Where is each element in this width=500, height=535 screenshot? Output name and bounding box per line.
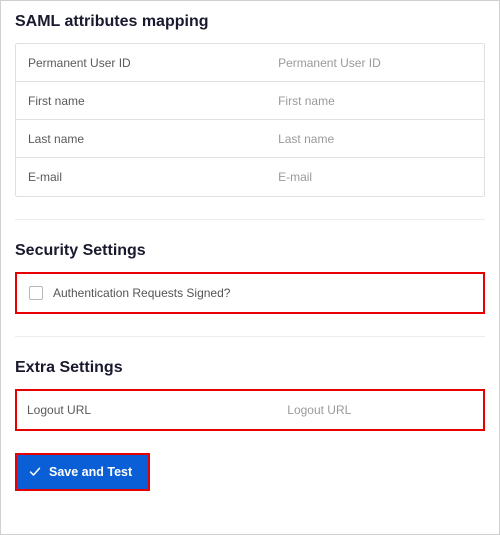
- auth-requests-signed-label: Authentication Requests Signed?: [53, 286, 230, 300]
- last-name-input[interactable]: [278, 132, 484, 146]
- email-input[interactable]: [278, 170, 484, 184]
- extra-section: Extra Settings Logout URL: [1, 347, 499, 443]
- table-row: E-mail: [16, 158, 484, 196]
- row-label-permanent-user-id: Permanent User ID: [16, 56, 278, 70]
- row-input-wrap: [278, 82, 484, 119]
- extra-heading: Extra Settings: [15, 359, 485, 377]
- security-section: Security Settings Authentication Request…: [1, 230, 499, 326]
- actions-area: Save and Test: [1, 443, 499, 505]
- save-and-test-button[interactable]: Save and Test: [17, 455, 148, 489]
- logout-url-label: Logout URL: [17, 403, 287, 417]
- security-highlight: Authentication Requests Signed?: [15, 272, 485, 314]
- save-button-highlight: Save and Test: [15, 453, 150, 491]
- auth-requests-signed-field: Authentication Requests Signed?: [29, 286, 230, 300]
- logout-url-input-wrap: [287, 391, 483, 429]
- saml-section: SAML attributes mapping Permanent User I…: [1, 1, 499, 209]
- auth-requests-signed-checkbox[interactable]: [29, 286, 43, 300]
- logout-url-input[interactable]: [287, 403, 483, 417]
- row-input-wrap: [278, 120, 484, 157]
- check-icon: [29, 466, 41, 478]
- row-input-wrap: [278, 44, 484, 81]
- save-button-label: Save and Test: [49, 465, 132, 479]
- saml-table: Permanent User ID First name Last name E…: [15, 43, 485, 197]
- table-row: Permanent User ID: [16, 44, 484, 82]
- divider: [15, 219, 485, 220]
- security-heading: Security Settings: [15, 242, 485, 260]
- permanent-user-id-input[interactable]: [278, 56, 484, 70]
- row-input-wrap: [278, 158, 484, 196]
- row-label-first-name: First name: [16, 94, 278, 108]
- table-row: First name: [16, 82, 484, 120]
- divider: [15, 336, 485, 337]
- row-label-email: E-mail: [16, 170, 278, 184]
- logout-url-highlight: Logout URL: [15, 389, 485, 431]
- table-row: Last name: [16, 120, 484, 158]
- row-label-last-name: Last name: [16, 132, 278, 146]
- first-name-input[interactable]: [278, 94, 484, 108]
- saml-heading: SAML attributes mapping: [15, 13, 485, 31]
